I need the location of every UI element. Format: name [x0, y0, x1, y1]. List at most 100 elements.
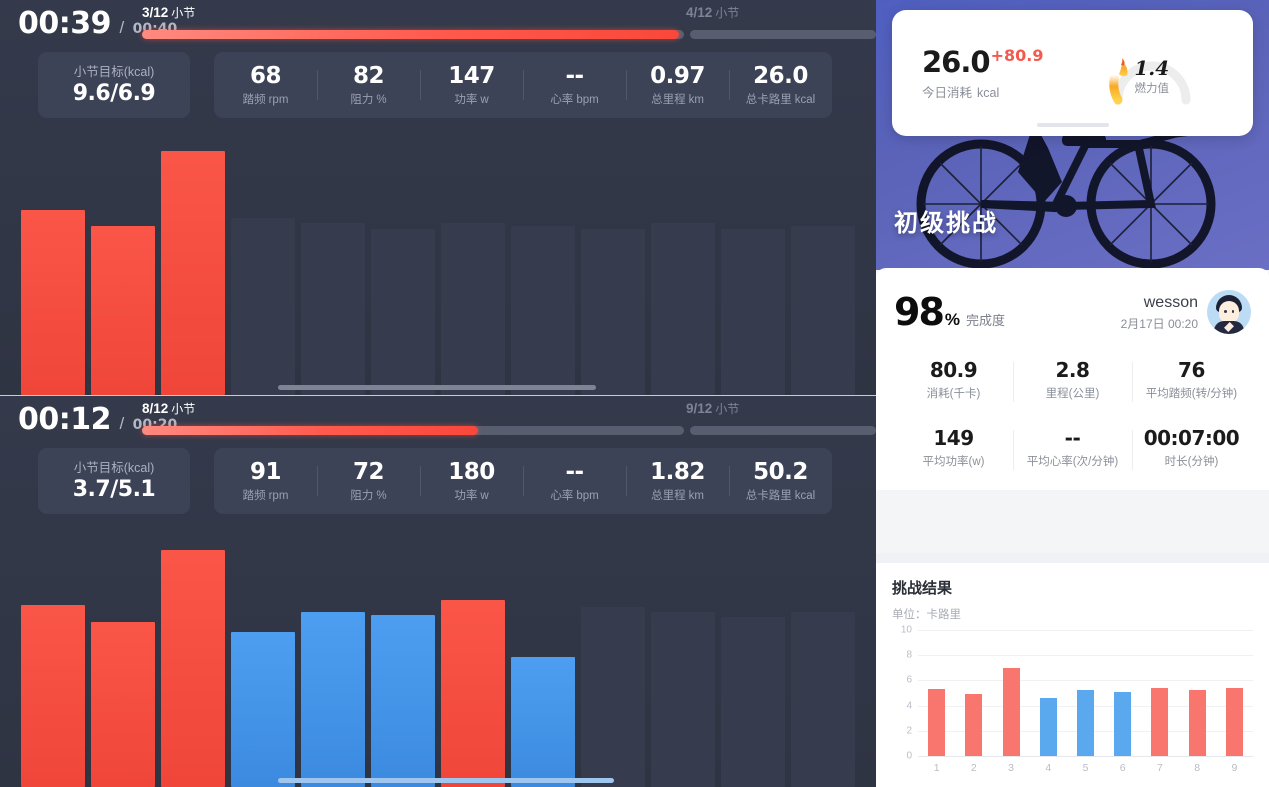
bar-slot: [228, 537, 298, 787]
bar-slot: [368, 537, 438, 787]
stats-row-top: 小节目标(kcal) 9.6/6.9 68 踏频 rpm 82 阻力% 147 功率 w -- 心…: [0, 52, 876, 118]
timer-row-bottom: 00:12 / 00:20 8/12 小节 9/12 小节: [0, 396, 876, 442]
mobile-app-panel: 完成挑战 初级挑战 26.0 +80.9 今日消耗kcal: [876, 0, 1269, 787]
bar-slot: [718, 135, 788, 395]
session-bar: [301, 223, 365, 395]
metric-功率: 147 功率 w: [420, 62, 523, 107]
session-bar: [511, 657, 575, 787]
session-bar: [231, 632, 295, 787]
segment-progress-bar-next-top[interactable]: [690, 30, 876, 39]
bar-slot: [88, 537, 158, 787]
segment-progress-bar-current-top[interactable]: [142, 30, 684, 39]
chart-x-tick: 6: [1119, 762, 1126, 774]
metric-unit: rpm: [268, 93, 289, 106]
chart-x-tick: 9: [1231, 762, 1238, 774]
metric-label: 阻力%: [317, 91, 420, 107]
session-datetime: 2月17日 00:20: [1120, 316, 1198, 331]
metric-label-text: 总里程: [651, 93, 686, 106]
result-stat-value: 149: [933, 426, 974, 450]
chart-bar-slot: [955, 630, 992, 756]
chart-y-axis: 0 2 4 6 8 10: [892, 625, 918, 762]
elapsed-time-bottom: 00:12: [18, 402, 112, 437]
session-bar: [721, 228, 785, 395]
chart-bars: [918, 630, 1253, 756]
session-bar: [651, 612, 715, 787]
metric-value: 26.0: [753, 62, 808, 89]
metric-unit: %: [376, 93, 387, 106]
next-segment-label-top: 4/12 小节: [686, 5, 740, 20]
bar-slot: [578, 537, 648, 787]
chart-bar: [1002, 667, 1020, 756]
bar-slot: [158, 537, 228, 787]
bar-slot: [438, 135, 508, 395]
result-stat-label: 时长(分钟): [1164, 456, 1219, 468]
session-bar: [231, 218, 295, 395]
session-bar: [371, 228, 435, 395]
chart-bar-slot: [1104, 630, 1141, 756]
bar-slot: [298, 537, 368, 787]
workout-panel-bottom: 00:12 / 00:20 8/12 小节 9/12 小节 小节目标(kcal)…: [0, 395, 876, 787]
chart-y-tick: 6: [906, 674, 912, 686]
avatar-eye-right: [1231, 310, 1234, 313]
result-stat-label: 里程(公里): [1045, 388, 1100, 400]
today-burn-card[interactable]: 26.0 +80.9 今日消耗 kcal 1.4 燃力值: [892, 10, 1253, 136]
chart-subtitle: 单位：卡路里: [892, 609, 961, 621]
bar-scroll-indicator-top[interactable]: [278, 385, 596, 390]
result-stat-value: 2.8: [1055, 358, 1090, 382]
percent-sign: %: [944, 310, 961, 329]
time-separator-top: /: [119, 18, 125, 37]
chart-x-tick: 3: [1008, 762, 1014, 774]
segment-goal-value-top: 9.6/6.9: [72, 81, 156, 106]
metric-总里程: 1.82 总里程 km: [626, 459, 729, 503]
result-stat-label: 平均心率(次/分钟): [1026, 456, 1119, 468]
metric-value: 180: [448, 458, 495, 485]
result-stat-value: 80.9: [929, 358, 978, 382]
user-block[interactable]: wesson 2月17日 00:20: [1121, 290, 1251, 334]
avatar-face: [1219, 301, 1239, 323]
metric-label-text: 踏频: [242, 93, 266, 106]
result-stat: 00:07:00 时长(分钟): [1131, 414, 1251, 482]
metric-unit: w: [480, 489, 489, 502]
metric-label: 总里程 km: [626, 91, 729, 107]
metric-value: 50.2: [753, 458, 808, 485]
session-bar: [21, 210, 85, 395]
section-divider: [876, 553, 1269, 563]
card-drag-handle[interactable]: [1036, 123, 1109, 127]
result-stat: 80.9 消耗(千卡): [894, 346, 1013, 414]
metric-踏频: 91 踏频 rpm: [214, 459, 317, 503]
bar-slot: [578, 135, 648, 395]
session-bar: [511, 226, 575, 395]
chart-x-axis: 1 2 3 4 5 6 7 8 9: [918, 758, 1253, 778]
metric-value: 82: [352, 62, 385, 89]
chart-bar: [1151, 687, 1169, 756]
metric-value: 147: [448, 62, 495, 89]
session-bar: [581, 228, 645, 395]
completion-percent: 98 % 完成度: [894, 290, 1005, 334]
bar-slot: [368, 135, 438, 395]
segment-progress-top: 3/12 小节 4/12 小节: [138, 4, 876, 46]
timer-row-top: 00:39 / 00:40 3/12 小节 4/12 小节: [0, 0, 876, 46]
segment-goal-caption-top: 小节目标(kcal): [73, 65, 155, 79]
metric-label: 功率 w: [420, 487, 523, 503]
bar-slot: [648, 537, 718, 787]
metric-unit: w: [480, 93, 489, 106]
result-stat-value: 76: [1178, 358, 1205, 382]
bar-slot: [438, 537, 508, 787]
metric-unit: %: [376, 489, 387, 502]
chart-plot-area: 0 2 4 6 8 10 123456789: [892, 625, 1253, 778]
metric-label: 功率 w: [420, 91, 523, 107]
segment-progress-bar-current-bottom[interactable]: [142, 426, 684, 435]
chart-bar: [1076, 690, 1094, 756]
metric-label: 心率 bpm: [523, 487, 626, 503]
segment-progress-bar-next-bottom[interactable]: [690, 426, 876, 435]
metric-value: 0.97: [650, 62, 705, 89]
metric-心率: -- 心率 bpm: [523, 459, 626, 503]
bar-scroll-indicator-bottom[interactable]: [278, 778, 614, 783]
session-bar: [441, 223, 505, 395]
metric-阻力: 82 阻力%: [317, 62, 420, 107]
avatar[interactable]: [1207, 290, 1251, 334]
chart-x-tick: 5: [1082, 762, 1089, 774]
metric-label: 心率 bpm: [523, 91, 626, 107]
chart-bar-slot: [1216, 630, 1253, 756]
user-name: wesson: [1143, 293, 1198, 311]
